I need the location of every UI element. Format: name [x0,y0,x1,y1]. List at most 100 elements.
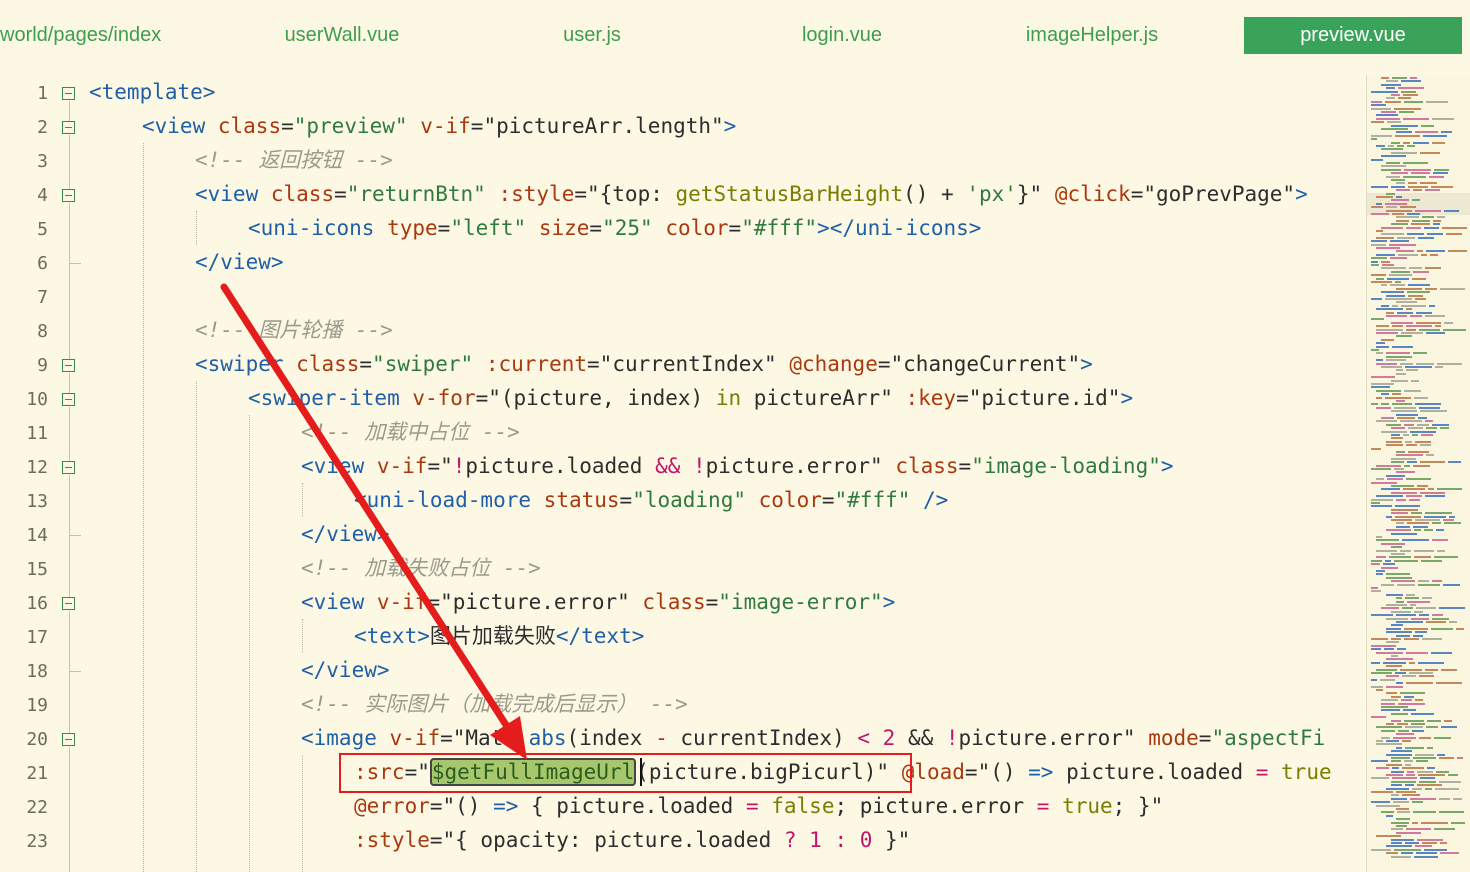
tab-preview-vue[interactable]: preview.vue [1244,17,1462,54]
minimap-line [1391,461,1404,464]
code-minimap[interactable] [1366,75,1470,872]
minimap-line [1389,274,1412,277]
minimap-line [1419,328,1440,331]
minimap-line [1381,699,1398,702]
minimap-line [1385,100,1401,103]
minimap-line [1410,77,1417,79]
minimap-line [1383,661,1406,664]
minimap-line [1395,281,1401,283]
minimap-line [1420,151,1440,154]
minimap-line [1396,131,1412,134]
code-line-8: <!-- 图片轮播 --> [195,318,393,342]
minimap-line [1371,281,1392,283]
minimap-line [1391,624,1403,627]
minimap-line [1402,794,1420,797]
minimap-line [1422,842,1437,844]
minimap-line [1391,321,1413,324]
minimap-line [1420,444,1431,447]
minimap-line [1386,675,1399,678]
indent-guide [302,619,303,653]
minimap-line [1371,383,1394,385]
minimap-line [1421,821,1448,824]
minimap-line [1391,821,1409,824]
minimap-line [1403,162,1428,164]
minimap-line [1392,325,1403,328]
minimap-line [1411,712,1434,715]
minimap-line [1391,185,1405,188]
minimap-line [1381,260,1390,263]
minimap-line [1405,784,1414,787]
tab-login-vue[interactable]: login.vue [772,17,912,54]
minimap-line [1387,121,1401,124]
minimap-line [1403,709,1416,712]
minimap-line [1403,117,1429,120]
code-line-22: @error="() => { picture.loaded = false; … [354,794,1164,818]
minimap-line [1408,182,1417,185]
indent-guide [249,415,250,872]
minimap-line [1437,216,1445,219]
code-line-18: </view> [301,658,390,682]
minimap-line [1386,763,1402,766]
minimap-line [1390,240,1409,243]
minimap-line [1371,672,1392,674]
minimap-line [1376,549,1397,552]
minimap-line [1404,423,1414,426]
minimap-line [1376,668,1397,671]
minimap-line [1420,461,1445,464]
minimap-line [1371,376,1395,379]
tab-world-pages-index[interactable]: world/pages/index [0,17,175,54]
minimap-line [1381,811,1394,814]
minimap-line [1404,719,1424,722]
minimap-line [1391,750,1412,753]
minimap-line [1386,359,1406,362]
minimap-line [1371,661,1380,664]
code-line-20: <image v-if="Math.abs(index - currentInd… [301,726,1326,750]
minimap-line [1386,658,1413,661]
minimap-line [1376,145,1385,147]
minimap-line [1397,145,1404,147]
minimap-line [1376,396,1382,399]
minimap-line [1404,100,1423,103]
minimap-line [1376,726,1402,729]
minimap-line [1371,801,1390,804]
minimap-line [1393,736,1416,739]
minimap-line [1436,770,1449,773]
minimap-line [1386,641,1399,644]
minimap-line [1416,760,1428,763]
minimap-line [1405,440,1412,443]
minimap-line [1400,692,1425,695]
minimap-line [1396,600,1404,603]
minimap-line [1434,168,1449,171]
minimap-line [1394,406,1416,409]
minimap-line [1434,556,1458,559]
minimap-line [1376,389,1401,392]
minimap-line [1430,253,1438,256]
minimap-line [1434,736,1451,739]
minimap-line [1442,226,1467,229]
indent-guide [143,143,144,872]
minimap-line [1391,437,1403,440]
minimap-line [1439,811,1464,814]
minimap-line [1376,804,1400,807]
minimap-line [1376,420,1397,423]
tab-imagehelper-js[interactable]: imageHelper.js [1002,17,1182,54]
minimap-line [1371,134,1392,137]
minimap-line [1371,158,1383,161]
tab-user-js[interactable]: user.js [532,17,652,54]
minimap-line [1376,253,1395,256]
tab-userwall-vue[interactable]: userWall.vue [262,17,422,54]
minimap-line [1396,301,1417,304]
minimap-line [1419,406,1440,409]
code-line-5: <uni-icons type="left" size="25" color="… [248,216,982,240]
minimap-line [1392,304,1398,307]
minimap-line [1396,454,1423,457]
minimap-line [1406,328,1416,331]
minimap-line [1395,515,1421,518]
minimap-line [1396,182,1405,185]
minimap-line [1392,393,1401,396]
minimap-line [1386,529,1411,532]
minimap-line [1411,172,1430,175]
minimap-line [1405,842,1419,844]
minimap-line [1376,308,1403,311]
minimap-line [1436,682,1462,685]
